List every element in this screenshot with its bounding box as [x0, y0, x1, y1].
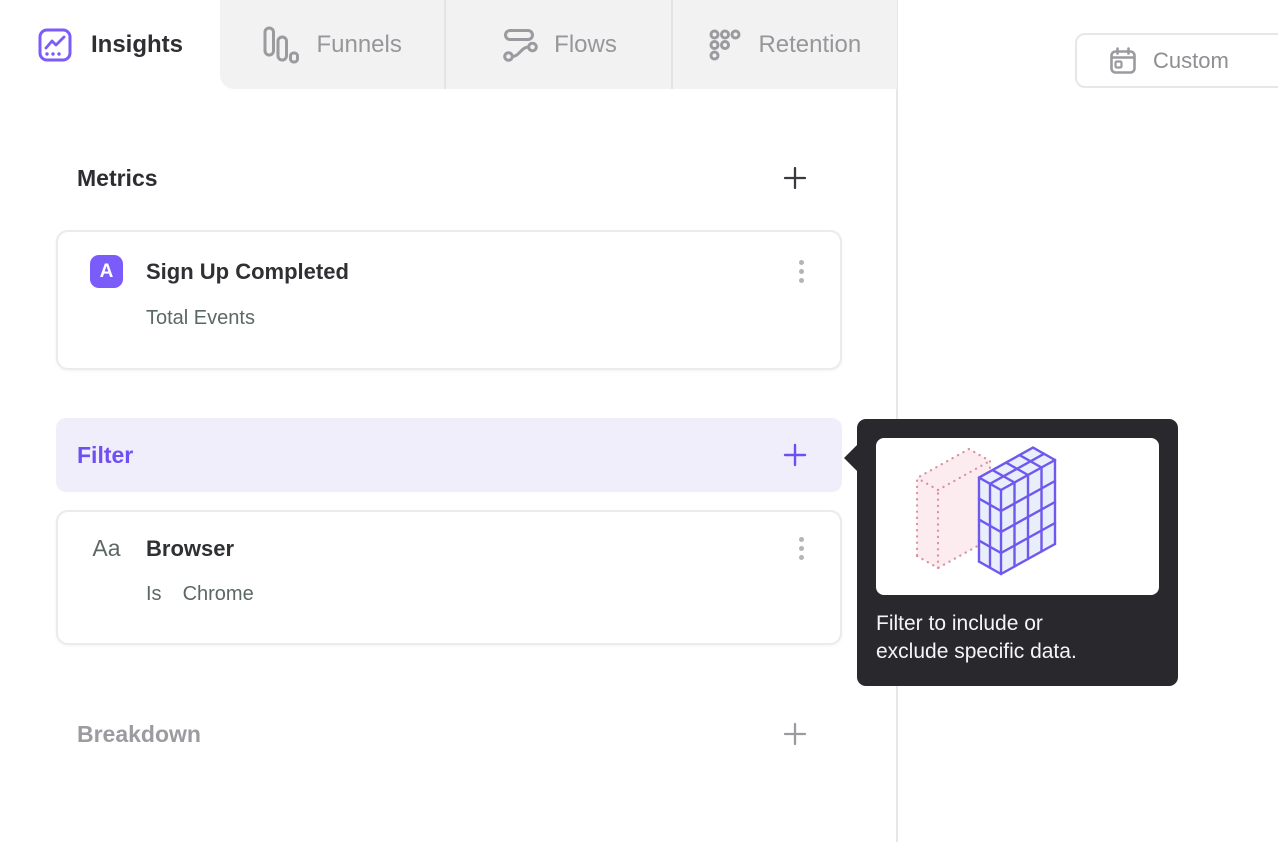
tab-label: Flows	[554, 30, 617, 58]
string-property-icon: Aa	[92, 535, 121, 561]
metrics-section-header: Metrics	[56, 158, 842, 198]
metric-aggregation-label[interactable]: Total Events	[146, 307, 255, 330]
filter-cube-illustration	[876, 438, 1159, 595]
calendar-icon	[1108, 46, 1138, 76]
filter-value[interactable]: Chrome	[183, 583, 254, 606]
filter-property-title: Browser	[146, 535, 235, 561]
tooltip-arrow	[844, 444, 858, 472]
add-breakdown-plus-icon[interactable]	[782, 721, 808, 747]
breakdown-section-header: Breakdown	[56, 714, 842, 754]
tooltip-text: Filter to include or exclude specific da…	[876, 612, 1077, 663]
tab-retention[interactable]: Retention	[670, 0, 897, 89]
add-filter-plus-icon[interactable]	[782, 442, 808, 468]
metrics-heading: Metrics	[77, 164, 158, 191]
retention-dots-icon	[708, 28, 742, 62]
insights-chart-icon	[37, 27, 73, 63]
metric-badge: A	[90, 255, 123, 288]
tab-label: Funnels	[316, 30, 402, 58]
date-range-label: Custom	[1153, 47, 1229, 73]
tab-label: Retention	[758, 30, 862, 58]
kebab-menu-icon[interactable]	[795, 256, 808, 287]
filter-section-header[interactable]: Filter	[56, 418, 842, 492]
tab-funnels[interactable]: Funnels	[220, 0, 444, 89]
metric-event-card[interactable]: A Sign Up Completed Total Events	[56, 230, 842, 370]
insights-builder-page: Insights Funnels Flows Retention Custom …	[0, 0, 1278, 842]
breakdown-heading: Breakdown	[77, 720, 201, 747]
filter-heading: Filter	[77, 441, 134, 468]
tab-strip: Funnels Flows Retention	[220, 0, 897, 89]
date-range-custom-button[interactable]: Custom	[1075, 33, 1278, 88]
funnels-bars-icon	[262, 25, 300, 65]
tab-label: Insights	[90, 30, 183, 58]
tab-insights[interactable]: Insights	[0, 0, 220, 89]
filter-tooltip: Filter to include or exclude specific da…	[844, 419, 1178, 686]
tab-flows[interactable]: Flows	[444, 0, 670, 89]
metric-event-title: Sign Up Completed	[146, 258, 349, 284]
filter-operator[interactable]: Is	[146, 583, 162, 606]
flows-wave-icon	[500, 26, 538, 64]
kebab-menu-icon[interactable]	[795, 533, 808, 564]
add-metric-plus-icon[interactable]	[782, 165, 808, 191]
filter-property-card[interactable]: Aa Browser Is Chrome	[56, 510, 842, 645]
